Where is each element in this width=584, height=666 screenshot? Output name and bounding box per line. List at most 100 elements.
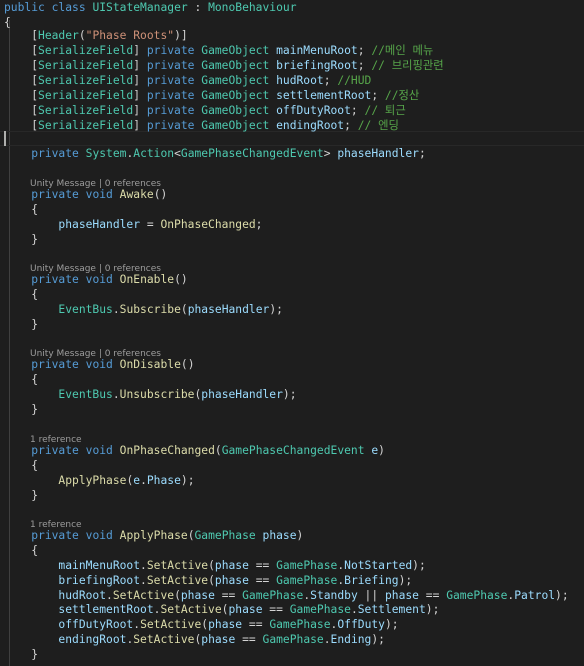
code-line[interactable]: }: [4, 488, 38, 503]
code-token-variable: mainMenuRoot: [58, 559, 141, 572]
code-line[interactable]: hudRoot.SetActive(phase == GamePhase.Sta…: [4, 588, 568, 603]
code-line[interactable]: {: [4, 372, 38, 387]
code-line[interactable]: settlementRoot.SetActive(phase == GamePh…: [4, 602, 439, 617]
code-line[interactable]: private void OnEnable(): [4, 272, 187, 287]
code-token-variable: settlementRoot: [58, 603, 154, 616]
code-line[interactable]: [SerializeField] private GameObject hudR…: [4, 73, 371, 88]
code-token-variable: phaseHandler: [201, 388, 283, 401]
code-token-text: .: [112, 303, 120, 316]
code-token-text: );: [269, 303, 283, 316]
code-line[interactable]: }: [4, 402, 38, 417]
code-line[interactable]: public class UIStateManager : MonoBehavi…: [4, 0, 297, 15]
code-token-method: SetActive: [160, 603, 222, 616]
code-token-text: [: [4, 89, 39, 102]
code-line[interactable]: [Header("Phase Roots")]: [4, 28, 187, 43]
code-line[interactable]: endingRoot.SetActive(phase == GamePhase.…: [4, 632, 385, 647]
code-line[interactable]: }: [4, 647, 38, 662]
code-token-keyword: private: [146, 119, 195, 132]
code-token-text: (): [153, 188, 168, 201]
code-token-type: SerializeField: [38, 119, 134, 132]
code-token-text: ;: [323, 74, 338, 87]
code-token-type: GameObject: [201, 104, 270, 117]
text-cursor: [4, 131, 6, 146]
code-line[interactable]: [SerializeField] private GameObject main…: [4, 43, 433, 58]
code-token-text: .: [350, 603, 358, 616]
code-line[interactable]: {: [4, 202, 38, 217]
code-line[interactable]: private void Awake(): [4, 187, 167, 202]
code-token-text: ): [296, 529, 304, 542]
code-token-text: }: [4, 489, 39, 502]
code-token-text: ;: [344, 119, 358, 132]
code-line[interactable]: private System.Action<GamePhaseChangedEv…: [4, 146, 426, 161]
code-line[interactable]: [SerializeField] private GameObject sett…: [4, 88, 419, 103]
code-line[interactable]: }: [4, 317, 38, 332]
code-token-variable: phase: [384, 589, 419, 602]
code-token-text: <: [174, 147, 181, 160]
code-token-text: );: [384, 618, 399, 631]
code-token-method: SetActive: [112, 589, 175, 602]
code-token-method: SetActive: [140, 618, 202, 631]
code-token-comment: // 엔딩: [357, 119, 399, 132]
code-token-variable: phase: [214, 559, 249, 572]
code-token-variable: hudRoot: [276, 74, 324, 87]
code-line[interactable]: phaseHandler = OnPhaseChanged;: [4, 217, 262, 232]
code-token-variable: phase: [262, 529, 297, 542]
code-line[interactable]: {: [4, 287, 38, 302]
code-editor[interactable]: Unity Message | 0 references Unity Messa…: [0, 0, 584, 666]
code-line[interactable]: {: [4, 543, 38, 558]
code-token-text: {: [4, 373, 39, 386]
code-token-type: GamePhase: [446, 589, 508, 602]
code-token-keyword: private: [31, 147, 79, 160]
code-token-text: ]: [133, 89, 147, 102]
code-token-text: .: [140, 559, 147, 572]
code-token-text: );: [412, 559, 426, 572]
code-token-type: GamePhase: [242, 589, 304, 602]
code-token-variable: phase: [208, 618, 243, 631]
code-token-text: );: [180, 474, 195, 487]
code-token-type: System: [85, 147, 127, 160]
code-token-variable: Standby: [310, 589, 358, 602]
code-line[interactable]: EventBus.Unsubscribe(phaseHandler);: [4, 387, 296, 402]
code-token-type: GamePhase: [276, 559, 338, 572]
code-line[interactable]: briefingRoot.SetActive(phase == GamePhas…: [4, 573, 412, 588]
code-token-text: .: [140, 474, 147, 487]
code-token-text: (: [214, 444, 222, 457]
code-line[interactable]: EventBus.Subscribe(phaseHandler);: [4, 302, 283, 317]
code-line[interactable]: private void OnDisable(): [4, 357, 194, 372]
code-token-text: (: [208, 559, 215, 572]
code-line[interactable]: [SerializeField] private GameObject endi…: [4, 118, 399, 133]
code-token-keyword: class: [51, 1, 86, 14]
code-token-text: ;: [357, 44, 372, 57]
code-line[interactable]: {: [4, 458, 38, 473]
code-token-text: .: [323, 633, 331, 646]
code-token-variable: Patrol: [514, 589, 556, 602]
code-token-text: ==: [418, 589, 447, 602]
code-line[interactable]: }: [4, 232, 38, 247]
code-line[interactable]: private void ApplyPhase(GamePhase phase): [4, 528, 303, 543]
code-token-text: ;: [418, 147, 426, 160]
code-line[interactable]: mainMenuRoot.SetActive(phase == GamePhas…: [4, 558, 426, 573]
code-token-text: ==: [248, 559, 277, 572]
code-token-text: :: [187, 1, 209, 14]
code-line[interactable]: offDutyRoot.SetActive(phase == GamePhase…: [4, 617, 399, 632]
code-line[interactable]: ApplyPhase(e.Phase);: [4, 473, 195, 488]
code-token-type: MonoBehaviour: [208, 1, 297, 14]
code-token-type: EventBus: [58, 388, 113, 401]
code-token-method: OnPhaseChanged: [119, 444, 215, 457]
code-line[interactable]: [SerializeField] private GameObject brie…: [4, 58, 444, 73]
code-token-text: {: [4, 288, 39, 301]
code-line[interactable]: [SerializeField] private GameObject offD…: [4, 103, 406, 118]
code-line[interactable]: private void OnPhaseChanged(GamePhaseCha…: [4, 443, 385, 458]
code-token-text: ||: [357, 589, 385, 602]
code-token-variable: phaseHandler: [58, 218, 141, 231]
code-token-type: GameObject: [201, 74, 270, 87]
code-token-variable: offDutyRoot: [276, 104, 351, 117]
